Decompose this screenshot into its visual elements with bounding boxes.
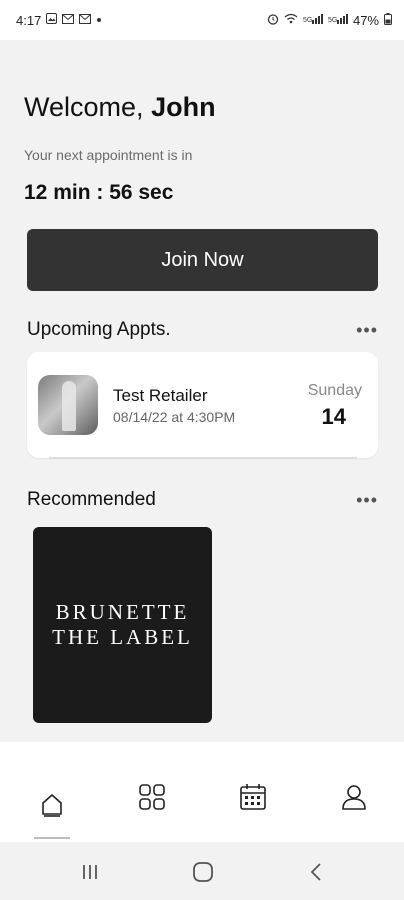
nav-profile[interactable] [339,784,369,814]
upcoming-appts-title: Upcoming Appts. [27,319,171,340]
user-name: John [151,92,216,122]
svg-text:5G: 5G [328,17,337,24]
signal-icon: 5G [303,13,323,27]
nav-calendar[interactable] [238,783,268,816]
back-button[interactable] [304,862,328,886]
card-divider [49,457,357,459]
bottom-nav [0,742,404,842]
calendar-icon [239,783,267,816]
recommended-brand-card[interactable]: BRUNETTE THE LABEL [33,527,212,723]
appointment-weekday: Sunday [307,382,362,399]
dot-icon [96,14,102,26]
home-icon [39,792,65,823]
appointment-datetime: 08/14/22 at 4:30PM [113,409,236,425]
system-home-icon [192,861,214,888]
next-appointment-label: Your next appointment is in [24,147,193,163]
back-chevron-icon [309,862,323,887]
battery-icon [384,12,392,28]
status-bar: 4:17 5G 5G 47% [0,0,404,40]
mail-icon [79,13,92,27]
recent-apps-button[interactable] [78,862,102,886]
signal-icon: 5G [328,13,348,27]
system-navigation-bar [0,846,404,900]
brand-logo-line-1: BRUNETTE [55,600,190,624]
join-now-button[interactable]: Join Now [27,229,378,291]
nav-browse[interactable] [137,783,167,816]
recommended-more-button[interactable]: ••• [356,490,378,511]
thumbnail-figure [62,381,76,431]
recommended-title: Recommended [27,489,156,510]
appointment-card[interactable]: Test Retailer 08/14/22 at 4:30PM Sunday … [27,352,378,459]
alarm-icon [267,13,279,28]
appointment-retailer-name: Test Retailer [113,386,208,405]
recent-apps-icon [80,863,100,886]
appointment-day-number: 14 [321,404,346,429]
welcome-heading: Welcome, John [24,92,216,123]
image-icon [46,13,58,27]
brand-logo-line-2: THE LABEL [52,625,193,649]
status-time: 4:17 [16,12,42,28]
status-left: 4:17 [16,13,102,28]
status-right: 5G 5G 47% [267,12,392,28]
battery-percent: 47% [352,12,379,28]
svg-text:5G: 5G [303,17,312,24]
profile-icon [340,783,368,816]
retailer-thumbnail [38,375,98,435]
greeting-text: Welcome, [24,92,144,122]
wifi-icon [284,13,298,27]
upcoming-more-button[interactable]: ••• [356,320,378,341]
nav-active-indicator [34,837,70,839]
nav-home[interactable] [37,792,67,822]
grid-icon [138,783,166,816]
home-system-button[interactable] [191,861,215,888]
mail-icon [62,13,75,27]
countdown-timer: 12 min : 56 sec [24,181,174,204]
